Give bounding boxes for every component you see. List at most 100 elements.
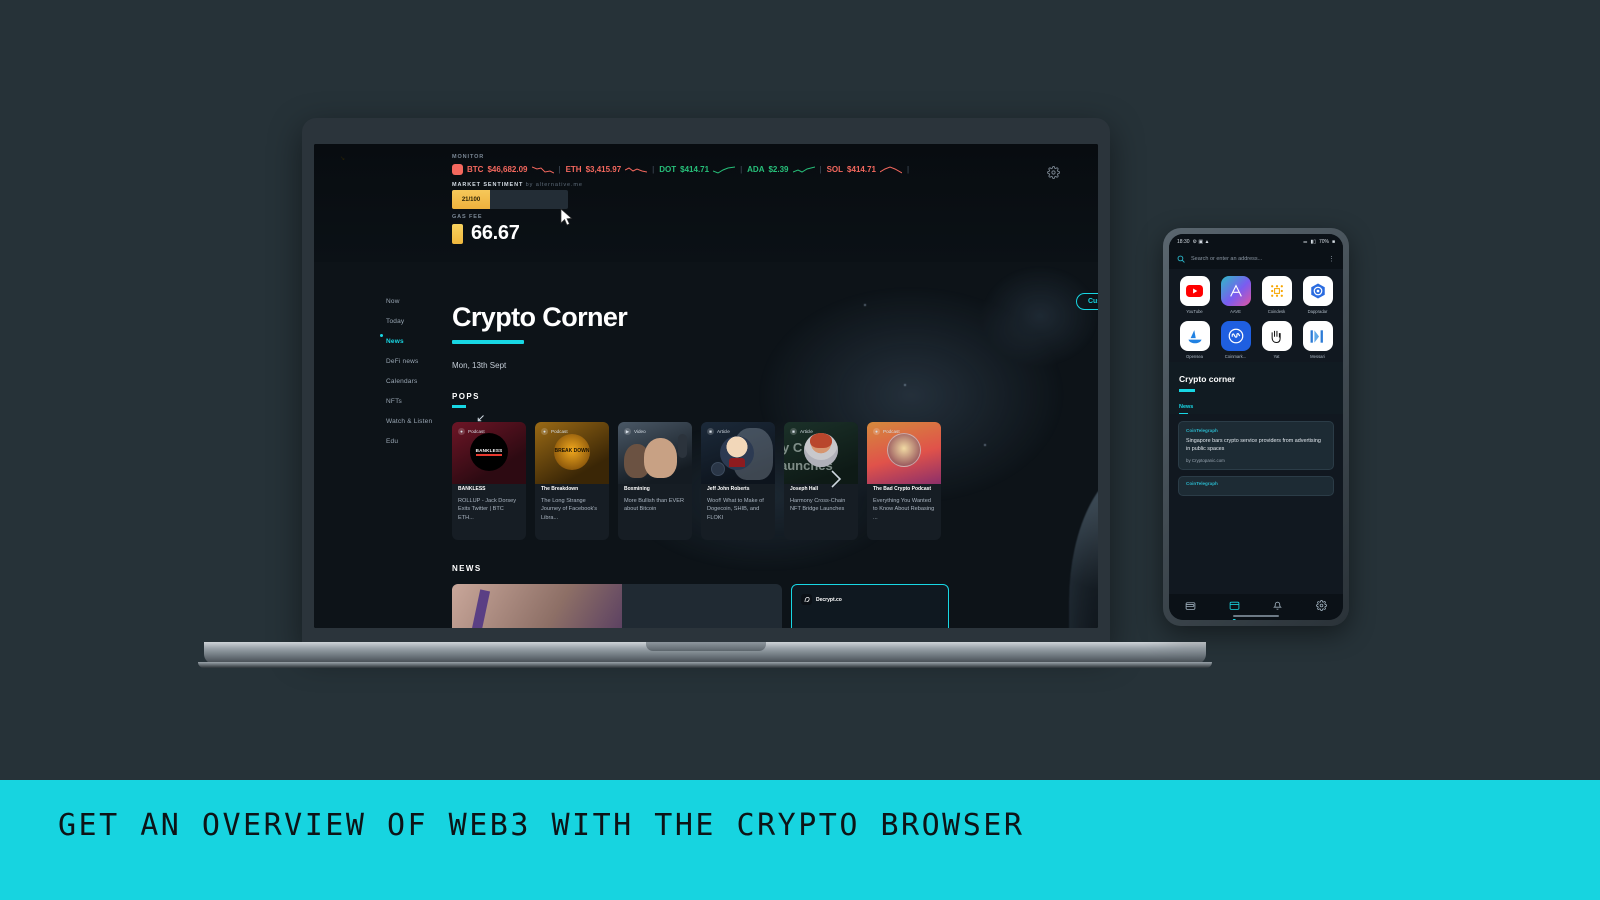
ticker-eth[interactable]: ETH $3,415.97 xyxy=(566,165,648,174)
ticker-price: $414.71 xyxy=(680,165,710,174)
ticker-symbol: DOT xyxy=(659,165,677,174)
pops-card[interactable]: BANKLESS ● Podcast BANKLESS ROLLUP - Jac… xyxy=(452,422,526,540)
separator: | xyxy=(740,165,743,174)
customise-button[interactable]: Customise xyxy=(1076,293,1098,310)
card-source: Jeff John Roberts xyxy=(707,486,750,492)
phone-section-news[interactable]: News xyxy=(1179,404,1333,410)
pops-card[interactable]: y C Ch aunches ■ Article Joseph Hall Har… xyxy=(784,422,858,540)
gas-fee-label: GAS FEE xyxy=(452,214,483,220)
gas-chip-icon xyxy=(452,223,463,244)
wifi-icon: ⚌ xyxy=(1302,238,1308,245)
dappradar-icon xyxy=(1302,276,1333,306)
ticker-list[interactable]: BTC $46,682.09 | ETH $3,415.97 | DOT $41… xyxy=(452,164,909,175)
pops-card[interactable]: ● Podcast The Bad Crypto Podcast Everyth… xyxy=(867,422,941,540)
gear-icon[interactable] xyxy=(1047,166,1060,184)
card-type-badge: ■ Article xyxy=(707,428,730,435)
nav-browser-icon[interactable] xyxy=(1229,598,1240,616)
card-source: BANKLESS xyxy=(458,486,486,492)
market-sentiment-gauge[interactable]: 21/100 xyxy=(452,190,568,209)
pops-card[interactable]: ▶ Video Boxmining More Bullish than EVER… xyxy=(618,422,692,540)
phone-news-item[interactable]: CoinTelegraph xyxy=(1178,476,1334,497)
chevron-right-icon[interactable] xyxy=(830,469,842,494)
pops-heading-text: POPS xyxy=(452,392,480,401)
crypto-browser-page: MONITOR BTC $46,682.09 | ETH $3,415.97 |… xyxy=(314,144,1098,628)
news-heading: NEWS xyxy=(452,564,482,573)
article-icon: ■ xyxy=(790,428,797,435)
card-type-label: Podcast xyxy=(883,429,900,434)
nav-wallet-icon[interactable] xyxy=(1185,598,1196,616)
youtube-icon xyxy=(1179,276,1210,306)
app-tile-opensea[interactable]: Opensea xyxy=(1177,321,1212,359)
podcast-icon: ● xyxy=(541,428,548,435)
app-tile-aave[interactable]: AAVE xyxy=(1218,276,1253,314)
news-thumbnail xyxy=(452,584,622,628)
coin-badge-icon xyxy=(711,462,725,476)
app-tile-messari[interactable]: Messari xyxy=(1300,321,1335,359)
hero-date: Mon, 13th Sept xyxy=(452,361,507,370)
app-tile-coindesk[interactable]: Coindesk xyxy=(1259,276,1294,314)
sparkline-down-icon xyxy=(625,167,648,173)
phone-mockup: 18:30 ⚙ ▣ ▲ ⚌ ▮▯ 70% ■ Search or enter a… xyxy=(1163,228,1349,626)
card-meta: BANKLESS ROLLUP - Jack Dorsey Exits Twit… xyxy=(458,486,521,523)
ticker-price: $414.71 xyxy=(847,165,876,174)
search-input[interactable]: Search or enter an address... xyxy=(1191,256,1322,262)
monitor-bar: MONITOR BTC $46,682.09 | ETH $3,415.97 |… xyxy=(314,144,1098,262)
pops-card[interactable]: BREAK DOWN ● Podcast The Breakdown The L… xyxy=(535,422,609,540)
news-headline: Singapore bars crypto service providers … xyxy=(1186,438,1321,453)
app-label: Yat xyxy=(1273,354,1280,359)
phone-status-bar: 18:30 ⚙ ▣ ▲ ⚌ ▮▯ 70% ■ xyxy=(1169,234,1343,249)
ticker-symbol: BTC xyxy=(467,165,484,174)
app-label: AAVE xyxy=(1230,309,1241,314)
ticker-price: $2.39 xyxy=(768,165,789,174)
separator: | xyxy=(819,165,822,174)
app-label: Coindesk xyxy=(1267,309,1286,314)
news-source: Decrypt.co xyxy=(816,597,842,603)
app-tile-youtube[interactable]: YouTube xyxy=(1177,276,1212,314)
more-vertical-icon[interactable]: ⋮ xyxy=(1328,255,1335,263)
app-label: YouTube xyxy=(1186,309,1203,314)
card-type-badge: ● Podcast xyxy=(458,428,485,435)
phone-hero: Crypto corner News xyxy=(1169,362,1343,415)
gas-fee-value: 66.67 xyxy=(471,222,520,244)
nav-notifications-icon[interactable] xyxy=(1272,598,1283,616)
pops-heading: POPS xyxy=(452,392,480,408)
ticker-dot[interactable]: DOT $414.71 xyxy=(659,165,736,174)
app-tile-coinmarketcap[interactable]: Coinmark... xyxy=(1218,321,1253,359)
status-time: 18:30 xyxy=(1177,238,1190,245)
sentiment-fill: 21/100 xyxy=(452,190,490,209)
news-heading-text: NEWS xyxy=(452,564,482,573)
phone-news-item[interactable]: CoinTelegraph Singapore bars crypto serv… xyxy=(1178,421,1334,471)
card-meta: The Bad Crypto Podcast Everything You Wa… xyxy=(873,486,936,523)
news-card-highlighted[interactable]: Decrypt.co xyxy=(791,584,949,628)
messari-icon xyxy=(1302,321,1333,351)
phone-title-underline xyxy=(1179,389,1195,392)
sparkline-up-icon xyxy=(713,166,736,174)
app-tile-dappradar[interactable]: Dappradar xyxy=(1300,276,1335,314)
ticker-price: $46,682.09 xyxy=(487,165,528,174)
phone-section-underline xyxy=(1179,412,1188,415)
card-title: Harmony Cross-Chain NFT Bridge Launches xyxy=(790,497,846,513)
podcast-icon: ● xyxy=(458,428,465,435)
yat-icon xyxy=(1261,321,1292,351)
card-source: Joseph Hall xyxy=(790,486,819,492)
separator: | xyxy=(558,165,561,174)
sidebar-item-calendars[interactable]: Calendars xyxy=(386,378,468,385)
sentiment-trend-down-icon: ↘ xyxy=(340,156,346,162)
ticker-ada[interactable]: ADA $2.39 xyxy=(747,165,815,174)
nav-settings-icon[interactable] xyxy=(1315,598,1327,616)
podcast-cover-art xyxy=(887,433,921,467)
phone-news-list: CoinTelegraph Singapore bars crypto serv… xyxy=(1169,414,1343,497)
pops-card[interactable]: ■ Article Jeff John Roberts Woof! What t… xyxy=(701,422,775,540)
phone-page-title: Crypto corner xyxy=(1179,374,1236,384)
card-meta: Joseph Hall Harmony Cross-Chain NFT Brid… xyxy=(790,486,853,514)
news-card[interactable] xyxy=(452,584,782,628)
ticker-btc[interactable]: BTC $46,682.09 xyxy=(452,164,554,175)
phone-search-bar[interactable]: Search or enter an address... ⋮ xyxy=(1169,249,1343,269)
monitor-label: MONITOR xyxy=(452,154,485,160)
ticker-sol[interactable]: SOL $414.71 xyxy=(827,165,902,174)
phone-home-indicator xyxy=(1233,615,1279,617)
card-type-badge: ● Podcast xyxy=(541,428,568,435)
app-tile-yat[interactable]: Yat xyxy=(1259,321,1294,359)
card-type-label: Podcast xyxy=(468,429,485,434)
card-source: Boxmining xyxy=(624,486,650,492)
